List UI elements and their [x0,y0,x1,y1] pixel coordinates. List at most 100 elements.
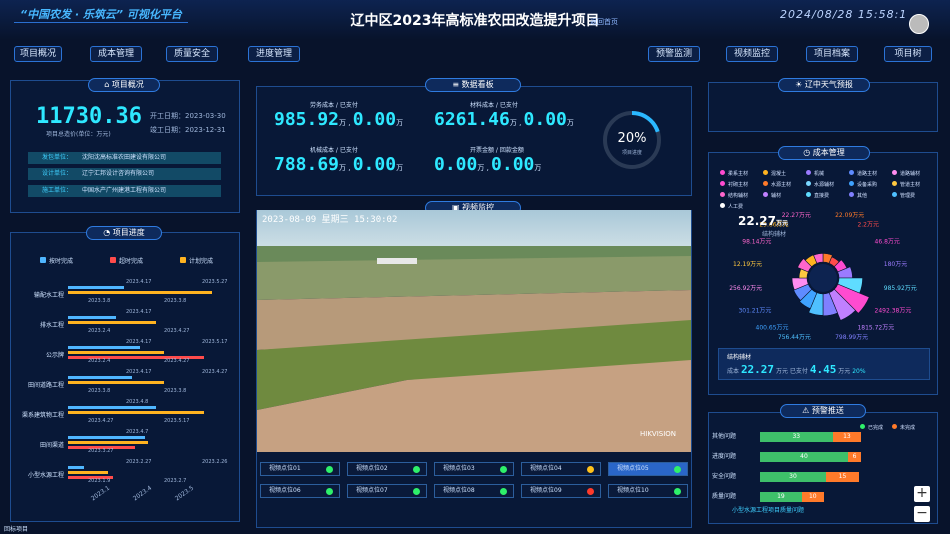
info-row: 施工单位： 中国水产广州建港工程有限公司 [28,185,221,197]
donut-unit: 万元 [775,220,788,227]
tab-warning[interactable]: 预警监测 [648,46,700,62]
donut-slice-label: 756.44万元 [778,334,811,340]
metric-label: 劳务成本 / 已支付 [310,102,358,109]
progress-axis-tick: 2023.4 [131,484,154,503]
progress-row-label: 田间渠道 [39,442,64,449]
legend-label: 混凝土 [771,171,787,177]
camera-button[interactable]: 视频点位04 [521,462,601,476]
legend-swatch [892,181,897,186]
avatar[interactable] [909,14,929,34]
tab-overview[interactable]: 项目概况 [14,46,62,62]
start-date: 开工日期：2023-03-30 [150,112,226,120]
tab-quality[interactable]: 质量安全 [166,46,218,62]
metric-value-a: 788.69 [274,154,340,175]
legend-swatch [40,257,46,263]
zoom-out-button[interactable]: − [914,506,930,522]
weather-title: ☀ 辽中天气预报 [778,78,870,92]
cost-legend: 柔系主材 混凝土 机械 道路主材 道路辅材 衬砌主材 水源主材 水源辅材 设备采购 管道主材 结构辅… [720,170,935,210]
legend-swatch [720,203,725,208]
progress-date-label: 2023.4.17 [126,339,152,345]
page-title: 辽中区2023年高标准农田改造提升项目 [350,13,600,29]
donut-slice-label: 2492.38万元 [875,307,912,314]
camera-button[interactable]: 视频点位02 [347,462,427,476]
camera-status-icon [587,466,594,473]
camera-list: 视频点位01 视频点位02 视频点位03 视频点位04 视频点位05 视频点位06 视频点位… [260,462,690,502]
legend-label: 超时完成 [119,258,144,265]
progress-date-label: 2023.5.27 [202,279,228,285]
camera-button[interactable]: 视频点位08 [434,484,514,498]
cost-title: ◷ 成本管理 [778,146,870,160]
progress-date-label: 2023.2.4 [88,358,111,364]
summary-values: 成本 22.27 万元 已支付 4.45 万元 20% [727,363,866,376]
legend-label: 辅材 [771,193,782,199]
progress-bar-ontime [68,406,156,409]
donut-slice-label: 2.2万元 [857,221,879,228]
progress-bar-planned [68,411,204,414]
legend-label: 按时完成 [49,258,74,265]
donut-value: 22.27 [738,214,776,228]
home-link[interactable]: 返回首页 [590,17,618,27]
warning-title-text: 预警推送 [811,406,844,415]
donut-slice-label: 180万元 [884,261,907,268]
progress-row-label: 公示牌 [45,352,64,359]
progress-date-label: 2023.4.27 [164,328,190,334]
tab-cost[interactable]: 成本管理 [90,46,142,62]
progress-date-label: 2023.5.17 [164,418,190,424]
tab-tree[interactable]: 项目树 [884,46,932,62]
tab-video[interactable]: 视频监控 [726,46,778,62]
warning-footer[interactable]: 小型水源工程项目质量问题 [732,505,804,514]
warning-bar-todo: 10 [801,492,824,502]
tab-progress[interactable]: 进度管理 [248,46,300,62]
summary-name: 结构辅材 [727,354,752,361]
camera-button[interactable]: 视频点位03 [434,462,514,476]
legend-swatch [806,192,811,197]
progress-date-label: 2023.4.27 [164,358,190,364]
camera-button[interactable]: 视频点位10 [608,484,688,498]
metric-label: 机械成本 / 已支付 [310,147,358,154]
legend-label: 已完成 [868,425,884,431]
legend-swatch [849,170,854,175]
camera-button[interactable]: 视频点位01 [260,462,340,476]
progress-row-label: 输配水工程 [33,292,64,299]
progress-bar-ontime [68,316,116,319]
warning-row-label: 进度问题 [712,453,737,460]
cost-legend-item: 机械 [806,170,824,177]
overview-title: ⌂ 项目概况 [88,78,160,92]
donut-slice-label: 22.09万元 [835,212,864,219]
legend-label: 机械 [814,171,825,177]
total-cost-label: 项目总造价(单位：万元) [46,131,111,138]
donut-slice-label: 46.8万元 [875,239,900,246]
legend-label: 结构辅材 [728,193,749,199]
zoom-in-button[interactable]: + [914,486,930,502]
camera-button[interactable]: 视频点位09 [521,484,601,498]
warning-legend-item: 已完成 [860,424,883,431]
video-feed[interactable] [257,210,691,452]
progress-gauge: 20% 项目进度 [603,111,661,169]
info-key: 发包单位： [42,154,73,161]
cost-legend-item: 柔系主材 [720,170,748,177]
tab-archive[interactable]: 项目档案 [806,46,858,62]
camera-button[interactable]: 视频点位07 [347,484,427,498]
cost-legend-item: 管道主材 [892,181,920,188]
cost-legend-item: 道路辅材 [892,170,920,177]
progress-bar-planned [68,381,164,384]
summary-paid: 4.45 [809,363,837,376]
progress-bar-ontime [68,436,145,439]
progress-title: ◔ 项目进度 [86,226,162,240]
progress-date-label: 2023.4.17 [126,279,152,285]
cost-legend-item: 衬砌主材 [720,181,748,188]
legend-label: 道路辅材 [900,171,921,177]
camera-button[interactable]: 视频点位05 [608,462,688,476]
legend-swatch [110,257,116,263]
summary-cost-label: 成本 [727,368,740,375]
donut-slice-label: 1815.72万元 [857,325,894,332]
summary-pct: 20% [852,368,866,375]
cost-legend-item: 管理费 [892,192,915,199]
warning-legend-item: 未完成 [892,424,915,431]
metric-value-b: 0.00 [352,109,397,130]
gauge-label: 项目进度 [622,149,642,156]
cost-legend-item: 水源辅材 [806,181,834,188]
donut-center-value: 22.27万元 [738,214,788,228]
camera-button[interactable]: 视频点位06 [260,484,340,498]
progress-date-label: 2023.1.9 [88,478,111,484]
